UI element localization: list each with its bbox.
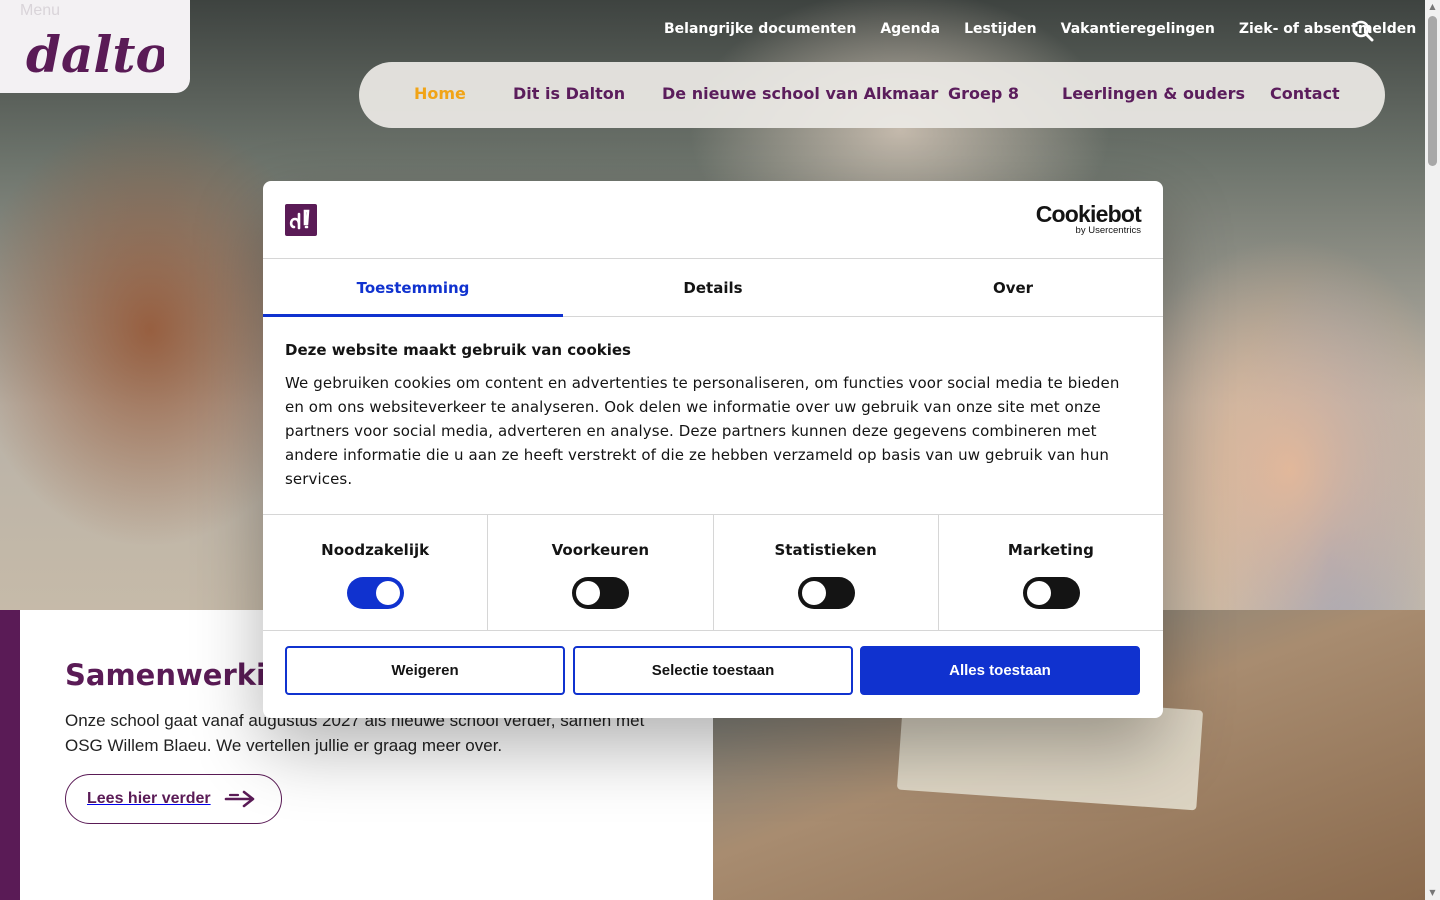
toggle-knob [1026,581,1051,605]
tab-over[interactable]: Over [863,259,1163,316]
toggle-label-voorkeuren: Voorkeuren [551,541,650,559]
toggle-knob [801,581,826,605]
search-icon [1352,20,1374,42]
nav-leerlingen-ouders[interactable]: Leerlingen & ouders [1062,84,1245,103]
top-links: Belangrijke documenten Agenda Lestijden … [664,21,1440,37]
toggle-noodzakelijk[interactable] [347,577,405,609]
toggle-knob [376,581,401,605]
toggle-cell-noodzakelijk: Noodzakelijk [263,515,489,630]
toggle-label-marketing: Marketing [1007,541,1094,559]
dalton-mark-icon [289,209,310,230]
top-link-documenten[interactable]: Belangrijke documenten [664,21,856,37]
dialog-header: Cookiebot by Usercentrics [263,181,1163,259]
page-scrollbar[interactable]: ▲ ▼ [1425,0,1440,900]
tab-toestemming[interactable]: Toestemming [263,259,563,317]
cookiebot-logo[interactable]: Cookiebot by Usercentrics [1035,201,1142,236]
nav-groep-8[interactable]: Groep 8 [948,84,1019,103]
cookiebot-name: Cookiebot [1035,201,1142,227]
cookiebot-sub: by Usercentrics [1075,225,1141,236]
nav-contact[interactable]: Contact [1270,84,1340,103]
allow-selection-button[interactable]: Selectie toestaan [573,646,853,695]
dalton-logo[interactable]: dalton [26,18,164,78]
arrow-right-icon [224,790,254,808]
scroll-down-icon[interactable]: ▼ [1428,888,1437,898]
dialog-body: Deze website maakt gebruik van cookies W… [285,341,1135,491]
toggle-label-statistieken: Statistieken [774,541,877,559]
top-link-lestijden[interactable]: Lestijden [964,21,1037,37]
toggle-marketing[interactable] [1022,577,1080,609]
read-more-button[interactable]: Lees hier verder [65,774,282,824]
logo-container[interactable]: Menu dalton [0,0,190,93]
scroll-up-icon[interactable]: ▲ [1428,2,1437,12]
nav-dit-is-dalton[interactable]: Dit is Dalton [513,84,625,103]
search-button[interactable] [1352,20,1374,42]
dalton-small-logo [285,204,317,236]
toggle-voorkeuren[interactable] [572,577,630,609]
tab-details[interactable]: Details [563,259,863,316]
top-link-vakantieregelingen[interactable]: Vakantieregelingen [1061,21,1215,37]
consent-toggles: Noodzakelijk Voorkeuren Statistieken Mar… [263,514,1163,631]
toggle-cell-voorkeuren: Voorkeuren [488,515,714,630]
dialog-text: We gebruiken cookies om content en adver… [285,374,1120,488]
main-nav: Home Dit is Dalton De nieuwe school van … [359,62,1385,128]
toggle-cell-marketing: Marketing [939,515,1163,630]
svg-text:dalton: dalton [26,25,164,78]
dialog-title: Deze website maakt gebruik van cookies [285,341,631,359]
reject-button[interactable]: Weigeren [285,646,565,695]
toggle-cell-statistieken: Statistieken [714,515,939,630]
toggle-label-noodzakelijk: Noodzakelijk [321,541,430,559]
scrollbar-thumb[interactable] [1428,16,1437,166]
top-link-ziekmelden[interactable]: Ziek- of absentmelden [1239,21,1416,37]
cookie-consent-dialog: Cookiebot by Usercentrics Toestemming De… [263,181,1163,718]
read-more-label: Lees hier verder [87,790,211,807]
nav-nieuwe-school[interactable]: De nieuwe school van Alkmaar [662,84,938,103]
toggle-knob [576,581,601,605]
accent-strip [0,610,20,900]
toggle-statistieken[interactable] [797,577,855,609]
top-link-agenda[interactable]: Agenda [880,21,940,37]
allow-all-button[interactable]: Alles toestaan [860,646,1140,695]
nav-home[interactable]: Home [414,84,466,103]
dialog-tabs: Toestemming Details Over [263,259,1163,317]
